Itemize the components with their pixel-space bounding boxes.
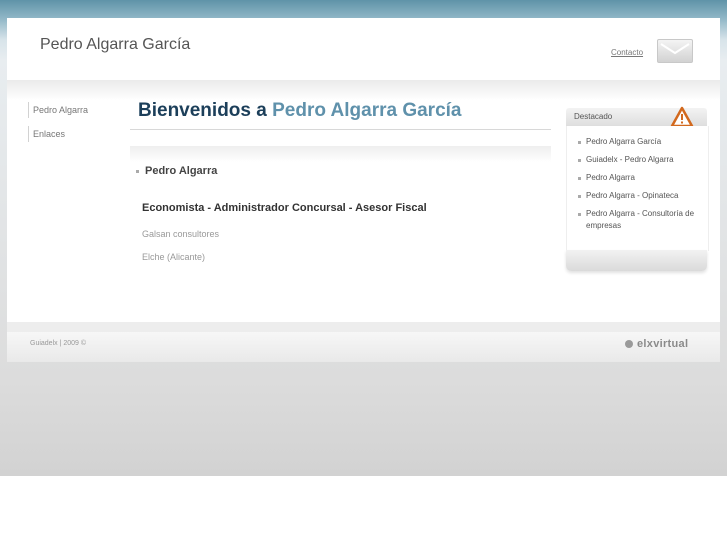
featured-list: Pedro Algarra García Guiadelx - Pedro Al… — [567, 126, 708, 232]
profession-text: Economista - Administrador Concursal - A… — [142, 202, 427, 214]
page-title: Bienvenidos a Pedro Algarra García — [138, 100, 462, 122]
brand-name: elxvirtual — [637, 338, 689, 350]
footer — [7, 332, 720, 362]
section-heading: Pedro Algarra — [136, 165, 217, 177]
brand-logo[interactable]: elxvirtual — [625, 338, 688, 350]
title-divider — [130, 129, 551, 130]
welcome-name: Pedro Algarra García — [272, 100, 462, 121]
sidebar-item-enlaces[interactable]: Enlaces — [28, 126, 123, 142]
featured-list-container: Pedro Algarra García Guiadelx - Pedro Al… — [566, 126, 709, 251]
left-navigation: Pedro Algarra Enlaces — [28, 102, 123, 150]
featured-item[interactable]: Pedro Algarra García — [578, 136, 704, 148]
header-divider — [7, 80, 720, 100]
company-text: Galsan consultores — [142, 229, 220, 239]
section-band — [130, 146, 551, 162]
copyright-text: Guiadelx | 2009 © — [30, 340, 87, 347]
mail-icon[interactable] — [657, 39, 693, 63]
featured-footer — [566, 250, 707, 271]
contact-link[interactable]: Contacto — [611, 48, 643, 57]
site-title[interactable]: Pedro Algarra García — [40, 36, 190, 54]
bullet-icon — [136, 169, 139, 173]
footer-divider — [7, 322, 720, 332]
featured-item[interactable]: Pedro Algarra - Opinateca — [578, 190, 704, 202]
featured-item[interactable]: Pedro Algarra - Consultoría de empresas — [578, 208, 704, 232]
featured-title: Destacado — [574, 112, 613, 121]
location-text: Elche (Alicante) — [142, 252, 206, 262]
featured-item[interactable]: Guiadelx - Pedro Algarra — [578, 154, 704, 166]
warning-icon — [670, 106, 694, 128]
brand-icon — [625, 340, 633, 348]
section-title: Pedro Algarra — [145, 165, 218, 177]
welcome-prefix: Bienvenidos a — [138, 100, 273, 121]
featured-box: Destacado Pedro Algarra García Guiadelx … — [566, 106, 709, 271]
page-container: Pedro Algarra García Contacto Pedro Alga… — [7, 18, 720, 362]
featured-item[interactable]: Pedro Algarra — [578, 172, 704, 184]
header: Pedro Algarra García Contacto — [7, 18, 720, 80]
sidebar-item-pedro-algarra[interactable]: Pedro Algarra — [28, 102, 123, 118]
